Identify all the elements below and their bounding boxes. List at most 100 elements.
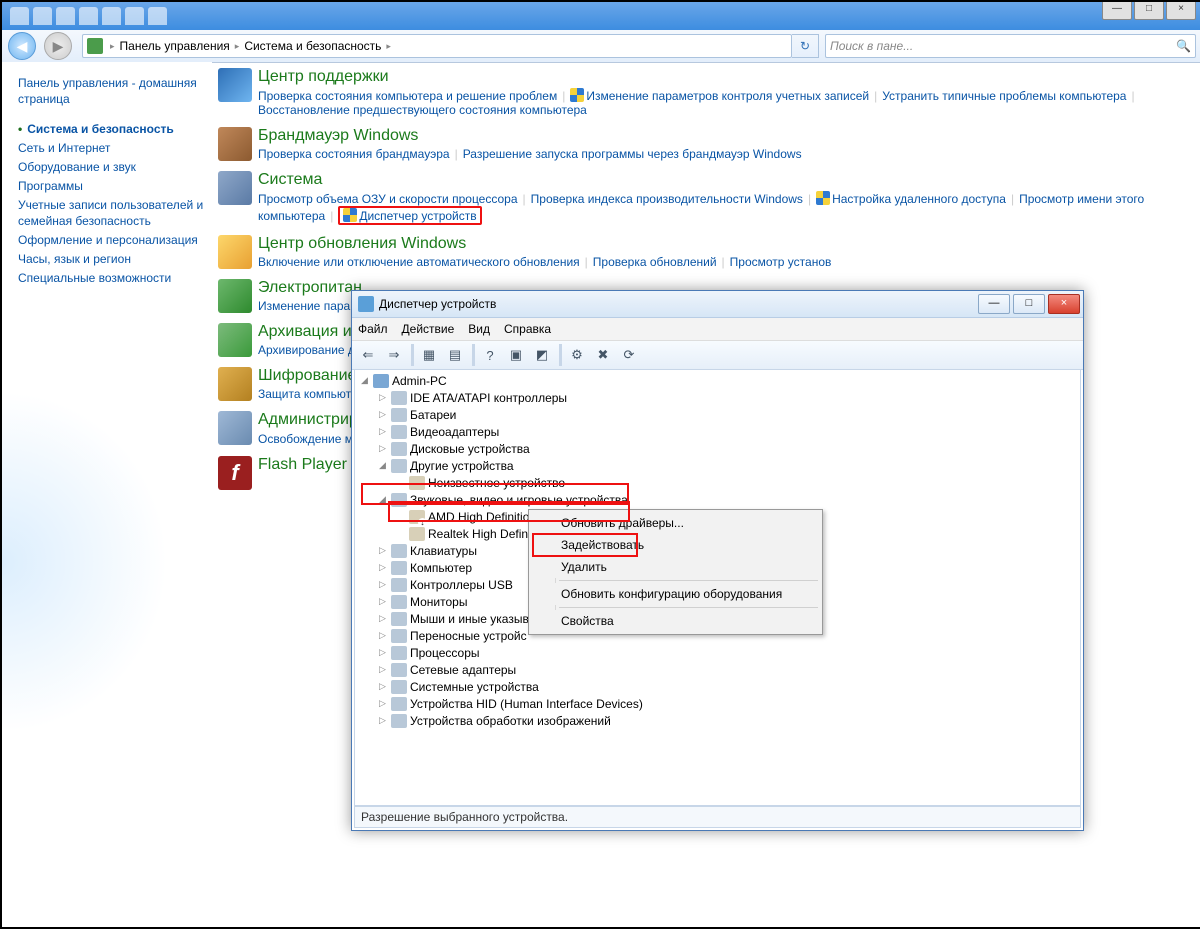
expand-icon[interactable]: ▷: [377, 443, 388, 454]
expand-icon[interactable]: ▷: [377, 409, 388, 420]
dm-tool-button[interactable]: ⇐: [356, 343, 380, 367]
tree-node[interactable]: ▷Устройства обработки изображений: [355, 712, 1080, 729]
dm-menu-file[interactable]: Файл: [358, 322, 388, 336]
sidebar-item[interactable]: Часы, язык и регион: [18, 251, 212, 267]
category-link[interactable]: Включение или отключение автоматического…: [258, 255, 580, 269]
expand-icon[interactable]: ▷: [377, 562, 388, 573]
tree-node[interactable]: ▷Системные устройства: [355, 678, 1080, 695]
sidebar-home-link[interactable]: Панель управления - домашняя страница: [18, 75, 212, 107]
category-link[interactable]: Диспетчер устройств: [359, 209, 476, 223]
sidebar-item[interactable]: Учетные записи пользователей и семейная …: [18, 197, 212, 229]
tree-node[interactable]: ▷Видеоадаптеры: [355, 423, 1080, 440]
refresh-button[interactable]: ↻: [792, 34, 819, 58]
category-link[interactable]: Изменение параметров контроля учетных за…: [586, 89, 869, 103]
dm-close-button[interactable]: ×: [1048, 294, 1080, 314]
browser-tab[interactable]: [10, 7, 29, 25]
breadcrumb[interactable]: ▸ Панель управления ▸ Система и безопасн…: [82, 34, 792, 58]
breadcrumb-item[interactable]: Система и безопасность: [244, 39, 381, 53]
expand-icon[interactable]: ▷: [377, 715, 388, 726]
tree-node[interactable]: ▷Батареи: [355, 406, 1080, 423]
dm-tool-button[interactable]: ⚙: [565, 343, 589, 367]
category-link[interactable]: Проверка состояния компьютера и решение …: [258, 89, 557, 103]
tree-node[interactable]: Неизвестное устройство: [355, 474, 1080, 491]
window-maximize-button[interactable]: □: [1134, 0, 1164, 20]
browser-tab[interactable]: [148, 7, 167, 25]
tree-node[interactable]: ▷IDE ATA/ATAPI контроллеры: [355, 389, 1080, 406]
dm-tool-button[interactable]: ✖: [591, 343, 615, 367]
category-link[interactable]: Настройка удаленного доступа: [832, 192, 1006, 206]
breadcrumb-item[interactable]: Панель управления: [120, 39, 230, 53]
category-link[interactable]: Восстановление предшествующего состояния…: [258, 103, 587, 117]
category-link[interactable]: Просмотр установ: [730, 255, 832, 269]
dm-tool-button[interactable]: ▤: [443, 343, 467, 367]
category-link[interactable]: Устранить типичные проблемы компьютера: [882, 89, 1126, 103]
sidebar-item[interactable]: Специальные возможности: [18, 270, 212, 286]
dm-tool-button[interactable]: ▦: [417, 343, 441, 367]
category-link[interactable]: Архивирование да: [258, 343, 362, 357]
expand-icon[interactable]: ▷: [377, 392, 388, 403]
context-menu-item[interactable]: Свойства: [531, 610, 820, 632]
dm-tool-button[interactable]: ?: [478, 343, 502, 367]
dm-menu-help[interactable]: Справка: [504, 322, 551, 336]
category-link[interactable]: Защита компьюте: [258, 387, 358, 401]
dm-menu-view[interactable]: Вид: [468, 322, 490, 336]
category-link[interactable]: Разрешение запуска программы через бранд…: [463, 147, 802, 161]
window-minimize-button[interactable]: —: [1102, 0, 1132, 20]
expand-icon[interactable]: ▷: [377, 545, 388, 556]
dm-menu-action[interactable]: Действие: [402, 322, 455, 336]
expand-icon[interactable]: ▷: [377, 579, 388, 590]
category-title[interactable]: Брандмауэр Windows: [258, 127, 1192, 145]
tree-node[interactable]: ▷Дисковые устройства: [355, 440, 1080, 457]
browser-tab[interactable]: [102, 7, 121, 25]
expand-icon[interactable]: ◢: [359, 375, 370, 386]
expand-icon[interactable]: ◢: [377, 460, 388, 471]
context-menu-item[interactable]: Удалить: [531, 556, 820, 578]
dm-tool-button[interactable]: ⟳: [617, 343, 641, 367]
window-close-button[interactable]: ×: [1166, 0, 1196, 20]
context-menu-item[interactable]: Обновить драйверы...: [531, 512, 820, 534]
expand-icon[interactable]: ▷: [377, 613, 388, 624]
search-input[interactable]: Поиск в пане... 🔍: [825, 34, 1196, 58]
expand-icon[interactable]: ◢: [377, 494, 388, 505]
dm-tool-button[interactable]: ⇒: [382, 343, 406, 367]
browser-tab[interactable]: [125, 7, 144, 25]
tree-node[interactable]: ▷Устройства HID (Human Interface Devices…: [355, 695, 1080, 712]
expand-icon[interactable]: ▷: [377, 647, 388, 658]
sidebar-item[interactable]: Сеть и Интернет: [18, 140, 212, 156]
expand-icon[interactable]: ▷: [377, 426, 388, 437]
category-link[interactable]: Освобождение ме: [258, 432, 360, 446]
sidebar-item[interactable]: Программы: [18, 178, 212, 194]
sidebar-item[interactable]: Система и безопасность: [18, 121, 212, 137]
category-link[interactable]: Изменение парам: [258, 299, 358, 313]
tree-node[interactable]: ◢Другие устройства: [355, 457, 1080, 474]
category-link[interactable]: Проверка обновлений: [593, 255, 717, 269]
context-menu-item[interactable]: Обновить конфигурацию оборудования: [531, 583, 820, 605]
browser-tab[interactable]: [79, 7, 98, 25]
expand-icon[interactable]: ▷: [377, 681, 388, 692]
tree-node[interactable]: ▷Сетевые адаптеры: [355, 661, 1080, 678]
expand-icon[interactable]: ▷: [377, 664, 388, 675]
dm-maximize-button[interactable]: □: [1013, 294, 1045, 314]
category-link[interactable]: Проверка индекса производительности Wind…: [531, 192, 803, 206]
expand-icon[interactable]: ▷: [377, 596, 388, 607]
expand-icon[interactable]: ▷: [377, 698, 388, 709]
sidebar-item[interactable]: Оборудование и звук: [18, 159, 212, 175]
tree-node[interactable]: ◢Звуковые, видео и игровые устройства: [355, 491, 1080, 508]
dm-tool-button[interactable]: ◩: [530, 343, 554, 367]
tree-node[interactable]: ▷Процессоры: [355, 644, 1080, 661]
forward-button[interactable]: ▶: [44, 32, 72, 60]
category-title[interactable]: Система: [258, 171, 1192, 189]
category-title[interactable]: Центр поддержки: [258, 68, 1192, 86]
sidebar-item[interactable]: Оформление и персонализация: [18, 232, 212, 248]
tree-node[interactable]: ◢Admin-PC: [355, 372, 1080, 389]
category-link[interactable]: Просмотр объема ОЗУ и скорости процессор…: [258, 192, 518, 206]
dm-titlebar[interactable]: Диспетчер устройств — □ ×: [352, 291, 1083, 318]
browser-tab[interactable]: [33, 7, 52, 25]
context-menu-item[interactable]: Задействовать: [531, 534, 820, 556]
expand-icon[interactable]: ▷: [377, 630, 388, 641]
back-button[interactable]: ◀: [8, 32, 36, 60]
dm-tool-button[interactable]: ▣: [504, 343, 528, 367]
category-link[interactable]: Проверка состояния брандмауэра: [258, 147, 450, 161]
browser-tab[interactable]: [56, 7, 75, 25]
category-title[interactable]: Центр обновления Windows: [258, 235, 1192, 253]
